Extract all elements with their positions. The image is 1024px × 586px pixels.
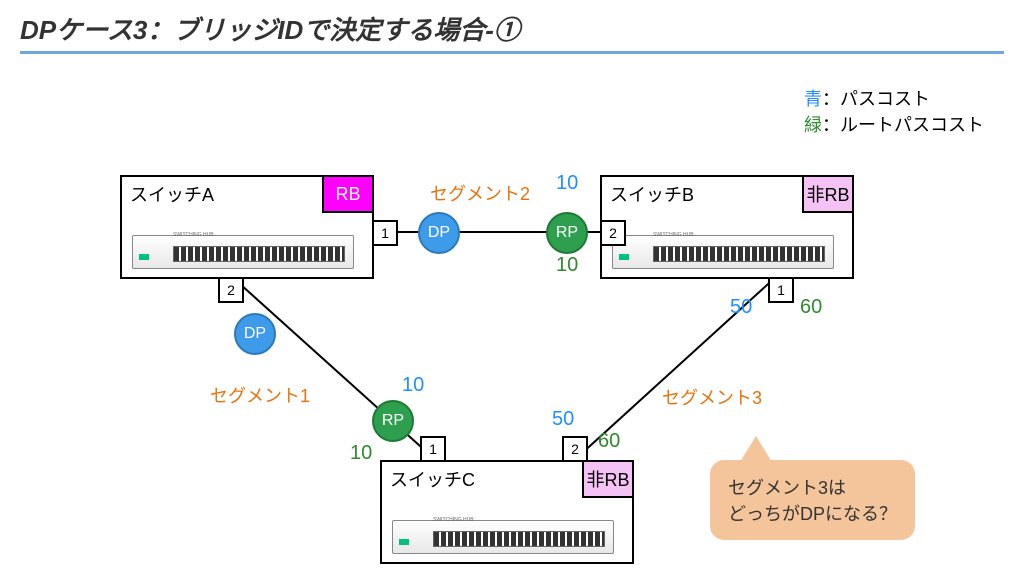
switch-a-role-badge: RB bbox=[322, 175, 374, 213]
segment-1-label: セグメント1 bbox=[210, 382, 310, 408]
legend-green-label: 緑 bbox=[804, 115, 822, 135]
switch-c-port2-root-cost: 60 bbox=[598, 430, 620, 453]
switch-c-root-path-cost-left: 10 bbox=[350, 442, 372, 465]
hub-label: SWITCHING HUB bbox=[653, 232, 694, 238]
switch-c-port-2: 2 bbox=[562, 436, 588, 462]
switch-b-label: スイッチB bbox=[610, 181, 694, 207]
switch-b-port-2: 2 bbox=[600, 220, 626, 246]
switch-c-port2-path-cost: 50 bbox=[552, 408, 574, 431]
hub-label: SWITCHING HUB bbox=[173, 232, 214, 238]
switch-a-label: スイッチA bbox=[130, 181, 214, 207]
legend-green-desc: ：ルートパスコスト bbox=[822, 115, 984, 135]
switch-b-hub-icon: SWITCHING HUB bbox=[612, 235, 834, 269]
switch-b-port-1: 1 bbox=[768, 277, 794, 303]
question-callout: セグメント3は どっちがDPになる？ bbox=[710, 460, 915, 540]
legend-blue-desc: ：パスコスト bbox=[822, 89, 930, 109]
seg2-path-cost: 10 bbox=[556, 172, 578, 195]
segment-3-label: セグメント3 bbox=[662, 384, 762, 410]
hub-label: SWITCHING HUB bbox=[433, 517, 474, 523]
switch-a-box: スイッチA RB SWITCHING HUB bbox=[120, 175, 374, 279]
legend-blue-label: 青 bbox=[804, 89, 822, 109]
seg2-rp-circle: RP bbox=[546, 212, 588, 254]
seg2-dp-circle: DP bbox=[418, 212, 460, 254]
switch-b-box: スイッチB 非RB SWITCHING HUB bbox=[600, 175, 854, 279]
switch-a-port-2: 2 bbox=[218, 277, 244, 303]
seg1-path-cost: 10 bbox=[402, 374, 424, 397]
switch-b-root-path-cost: 10 bbox=[556, 254, 578, 277]
switch-c-role-badge: 非RB bbox=[582, 460, 634, 498]
segment-2-label: セグメント2 bbox=[430, 180, 530, 206]
callout-line1: セグメント3は bbox=[728, 474, 897, 500]
switch-a-port-1: 1 bbox=[372, 220, 398, 246]
switch-b-port1-path-cost: 50 bbox=[730, 296, 752, 319]
page-title: DPケース3：ブリッジIDで決定する場合-① bbox=[20, 10, 1004, 54]
legend: 青：パスコスト 緑：ルートパスコスト bbox=[804, 85, 984, 137]
seg1-dp-circle: DP bbox=[234, 313, 276, 355]
switch-b-port1-root-cost: 60 bbox=[800, 296, 822, 319]
seg1-rp-circle: RP bbox=[372, 400, 414, 442]
callout-line2: どっちがDPになる？ bbox=[728, 500, 897, 526]
switch-c-hub-icon: SWITCHING HUB bbox=[392, 520, 614, 554]
switch-c-label: スイッチC bbox=[390, 466, 475, 492]
switch-c-port-1: 1 bbox=[420, 436, 446, 462]
switch-c-box: スイッチC 非RB SWITCHING HUB bbox=[380, 460, 634, 564]
switch-b-role-badge: 非RB bbox=[802, 175, 854, 213]
switch-a-hub-icon: SWITCHING HUB bbox=[132, 235, 354, 269]
